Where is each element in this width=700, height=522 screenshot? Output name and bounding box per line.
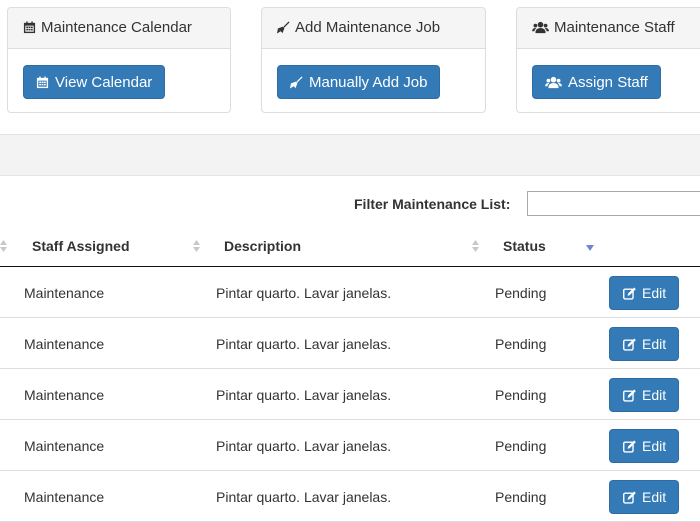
panel-title: Maintenance Staff <box>554 19 675 36</box>
edit-icon <box>623 439 636 453</box>
sort-icon[interactable] <box>0 239 7 253</box>
column-header-description[interactable]: Description <box>224 238 301 254</box>
staff-assigned-cell: Maintenance <box>24 336 105 352</box>
status-cell: Pending <box>495 336 547 352</box>
edit-button[interactable]: Edit <box>609 378 679 412</box>
button-label: Edit <box>642 438 667 454</box>
table-row: Maintenance Pintar quarto. Lavar janelas.… <box>0 267 700 318</box>
broom-icon <box>277 21 290 34</box>
panel-heading: Maintenance Staff <box>517 8 700 49</box>
column-header-status[interactable]: Status <box>503 238 546 254</box>
table-row: Maintenance Pintar quarto. Lavar janelas.… <box>0 471 700 522</box>
panel-title: Maintenance Calendar <box>41 19 192 36</box>
assign-staff-button[interactable]: Assign Staff <box>532 65 661 99</box>
users-icon <box>532 21 549 34</box>
view-calendar-button[interactable]: View Calendar <box>23 65 166 99</box>
column-header-staff-assigned[interactable]: Staff Assigned <box>32 238 130 254</box>
calendar-icon <box>36 75 49 89</box>
panel-heading: Add Maintenance Job <box>262 8 485 49</box>
panel-heading: Maintenance Calendar <box>8 8 230 49</box>
edit-icon <box>623 286 636 300</box>
edit-button[interactable]: Edit <box>609 327 679 361</box>
description-cell: Pintar quarto. Lavar janelas. <box>216 489 392 505</box>
button-label: Edit <box>642 489 667 505</box>
button-label: Edit <box>642 285 667 301</box>
table-row: Maintenance Pintar quarto. Lavar janelas.… <box>0 420 700 471</box>
staff-assigned-cell: Maintenance <box>24 489 105 505</box>
filter-label: Filter Maintenance List: <box>354 196 511 212</box>
status-cell: Pending <box>495 489 547 505</box>
maintenance-calendar-panel: Maintenance Calendar View Calendar <box>7 7 231 113</box>
table-row: Maintenance Pintar quarto. Lavar janelas.… <box>0 369 700 420</box>
edit-icon <box>623 337 636 351</box>
description-cell: Pintar quarto. Lavar janelas. <box>216 438 392 454</box>
users-icon <box>545 76 562 89</box>
edit-button[interactable]: Edit <box>609 429 679 463</box>
sort-icon[interactable] <box>193 239 200 253</box>
edit-icon <box>623 490 636 504</box>
staff-assigned-cell: Maintenance <box>24 387 105 403</box>
broom-icon <box>290 75 303 89</box>
table-row: Maintenance Pintar quarto. Lavar janelas.… <box>0 318 700 369</box>
button-label: View Calendar <box>55 73 153 91</box>
button-label: Edit <box>642 336 667 352</box>
staff-assigned-cell: Maintenance <box>24 438 105 454</box>
add-maintenance-job-panel: Add Maintenance Job Manually Add Job <box>261 7 486 113</box>
maintenance-staff-panel: Maintenance Staff Assign Staff <box>516 7 700 113</box>
button-label: Manually Add Job <box>309 73 428 91</box>
description-cell: Pintar quarto. Lavar janelas. <box>216 387 392 403</box>
section-divider-band <box>0 134 700 176</box>
status-cell: Pending <box>495 285 547 301</box>
button-label: Edit <box>642 387 667 403</box>
sort-icon[interactable] <box>472 239 479 253</box>
description-cell: Pintar quarto. Lavar janelas. <box>216 285 392 301</box>
edit-button[interactable]: Edit <box>609 480 679 514</box>
edit-icon <box>623 388 636 402</box>
status-cell: Pending <box>495 387 547 403</box>
sort-descending-icon[interactable] <box>586 244 594 252</box>
calendar-icon <box>23 21 36 34</box>
filter-maintenance-input[interactable] <box>527 191 700 216</box>
edit-button[interactable]: Edit <box>609 276 679 310</box>
description-cell: Pintar quarto. Lavar janelas. <box>216 336 392 352</box>
status-cell: Pending <box>495 438 547 454</box>
manually-add-job-button[interactable]: Manually Add Job <box>277 65 441 99</box>
table-header: Staff Assigned Description Status <box>0 226 700 267</box>
button-label: Assign Staff <box>568 73 648 91</box>
staff-assigned-cell: Maintenance <box>24 285 105 301</box>
panel-title: Add Maintenance Job <box>295 19 441 36</box>
